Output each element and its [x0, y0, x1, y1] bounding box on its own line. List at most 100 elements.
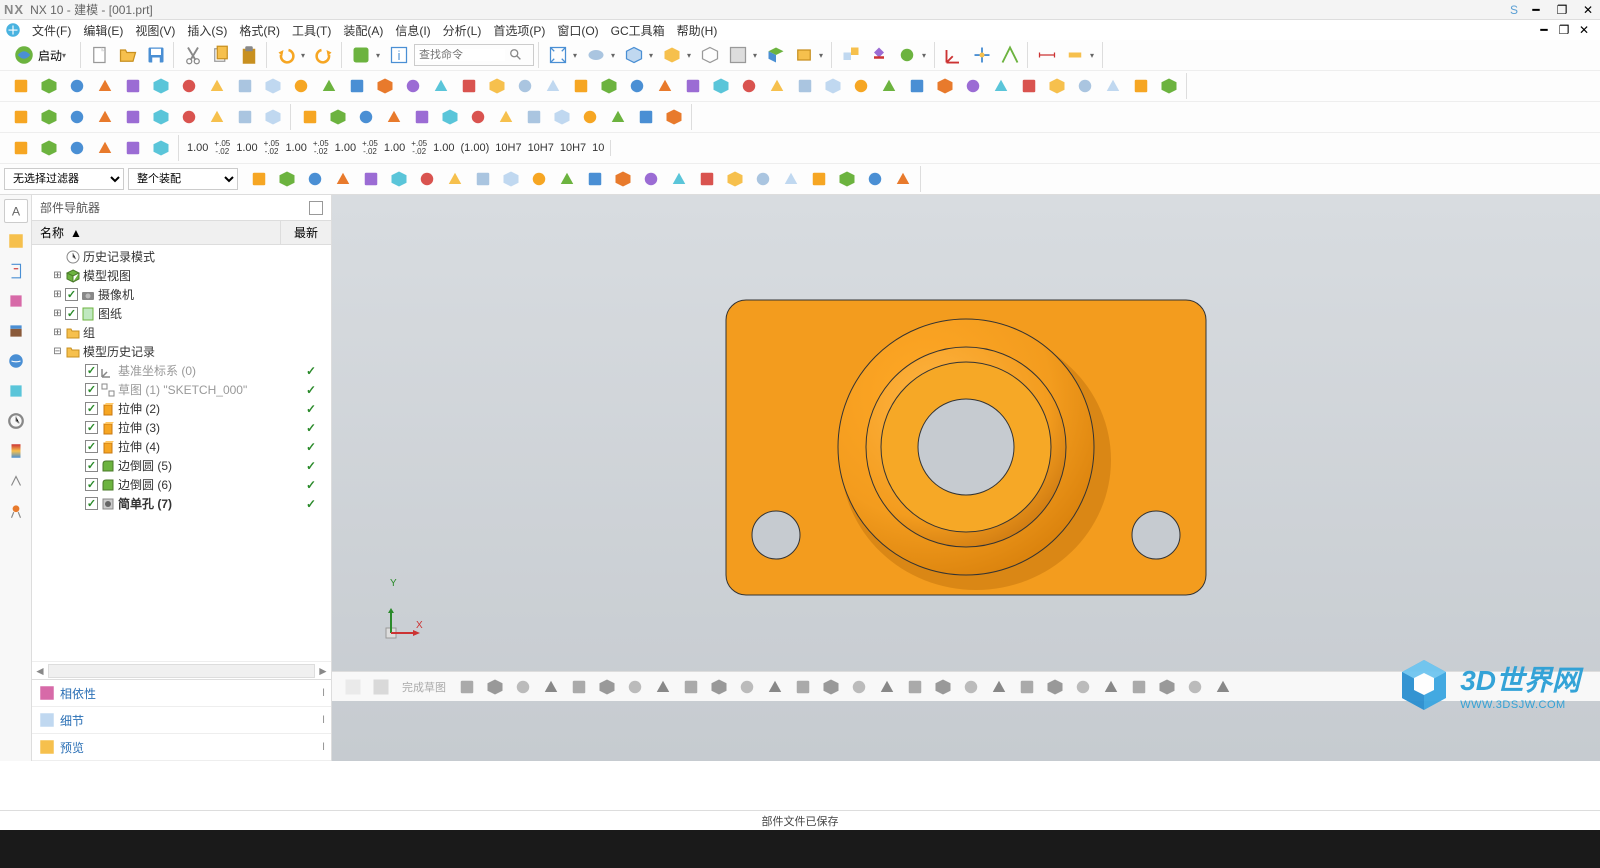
sketch-tool-24[interactable] [1126, 674, 1152, 700]
tree-row[interactable]: ✓边倒圆 (6)✓ [32, 475, 331, 494]
render-btn[interactable] [659, 42, 685, 68]
wireframe-btn[interactable] [697, 42, 723, 68]
vtab-1[interactable] [4, 229, 28, 253]
feature-btn-0[interactable] [8, 73, 34, 99]
sketch-tool-17[interactable] [930, 674, 956, 700]
tool3a-4[interactable] [120, 104, 146, 130]
feature-btn-15[interactable] [428, 73, 454, 99]
feature-btn-7[interactable] [204, 73, 230, 99]
tree-row[interactable]: ⊞组 [32, 323, 331, 342]
vtab-2[interactable] [4, 259, 28, 283]
tool3b-6[interactable] [465, 104, 491, 130]
menu-file[interactable]: 文件(F) [26, 20, 77, 41]
sketch-finish[interactable] [368, 674, 394, 700]
sel-btn-22[interactable] [862, 166, 888, 192]
tolerance-display[interactable]: +.05-.02 [212, 140, 232, 156]
tool3a-6[interactable] [176, 104, 202, 130]
feature-btn-35[interactable] [988, 73, 1014, 99]
tree-row[interactable]: ✓简单孔 (7)✓ [32, 494, 331, 513]
feature-btn-5[interactable] [148, 73, 174, 99]
checkbox[interactable]: ✓ [85, 383, 98, 396]
tool4a-0[interactable] [8, 135, 34, 161]
checkbox[interactable]: ✓ [65, 288, 78, 301]
graphics-viewport[interactable]: Y X 完成草图 3D世界网 WWW.3DSJW.COM [332, 195, 1600, 761]
sel-btn-0[interactable] [246, 166, 272, 192]
sel-btn-20[interactable] [806, 166, 832, 192]
section-dependencies[interactable]: 相依性I [32, 680, 331, 707]
tool3b-0[interactable] [297, 104, 323, 130]
tree-row[interactable]: ✓基准坐标系 (0)✓ [32, 361, 331, 380]
sel-btn-1[interactable] [274, 166, 300, 192]
sketch-tool-22[interactable] [1070, 674, 1096, 700]
sketch-tool-10[interactable] [734, 674, 760, 700]
tool3a-5[interactable] [148, 104, 174, 130]
feature-btn-34[interactable] [960, 73, 986, 99]
expand-icon[interactable]: ⊟ [52, 346, 63, 357]
menu-insert[interactable]: 插入(S) [181, 20, 233, 41]
menu-tools[interactable]: 工具(T) [286, 20, 337, 41]
save-button[interactable] [143, 42, 169, 68]
checkbox[interactable]: ✓ [85, 478, 98, 491]
tool3b-2[interactable] [353, 104, 379, 130]
feature-btn-28[interactable] [792, 73, 818, 99]
feature-btn-8[interactable] [232, 73, 258, 99]
sketch-tool-15[interactable] [874, 674, 900, 700]
tree-row[interactable]: ⊟模型历史记录 [32, 342, 331, 361]
sketch-tool-27[interactable] [1210, 674, 1236, 700]
dimension-value[interactable]: 1.00 [382, 142, 407, 154]
dimension-value[interactable]: 10H7 [526, 142, 556, 154]
tool3b-3[interactable] [381, 104, 407, 130]
sel-btn-13[interactable] [610, 166, 636, 192]
feature-btn-23[interactable] [652, 73, 678, 99]
tool3a-3[interactable] [92, 104, 118, 130]
assembly-filter[interactable]: 整个装配 [128, 168, 238, 190]
open-file-button[interactable] [115, 42, 141, 68]
checkbox[interactable]: ✓ [85, 459, 98, 472]
sketch-tool-7[interactable] [650, 674, 676, 700]
feature-btn-32[interactable] [904, 73, 930, 99]
sketch-btn-1[interactable] [340, 674, 366, 700]
tool3a-9[interactable] [260, 104, 286, 130]
sel-btn-10[interactable] [526, 166, 552, 192]
sel-btn-9[interactable] [498, 166, 524, 192]
close-button[interactable]: ✕ [1580, 3, 1596, 17]
tool3b-1[interactable] [325, 104, 351, 130]
command-search-input[interactable] [415, 49, 505, 61]
section-btn[interactable] [763, 42, 789, 68]
expand-icon[interactable]: ⊞ [52, 270, 63, 281]
feature-btn-9[interactable] [260, 73, 286, 99]
feature-btn-30[interactable] [848, 73, 874, 99]
sel-btn-8[interactable] [470, 166, 496, 192]
feature-btn-17[interactable] [484, 73, 510, 99]
sketch-tool-21[interactable] [1042, 674, 1068, 700]
menu-window[interactable]: 窗口(O) [551, 20, 604, 41]
feature-btn-36[interactable] [1016, 73, 1042, 99]
sketch-tool-23[interactable] [1098, 674, 1124, 700]
navigator-pin-icon[interactable] [309, 201, 323, 215]
sketch-tool-5[interactable] [594, 674, 620, 700]
search-icon[interactable] [505, 48, 527, 62]
feature-btn-13[interactable] [372, 73, 398, 99]
feature-btn-41[interactable] [1156, 73, 1182, 99]
tool3a-2[interactable] [64, 104, 90, 130]
dimension-value[interactable]: (1.00) [459, 142, 492, 154]
vtab-part-navigator[interactable]: A [4, 199, 28, 223]
expand-icon[interactable]: ⊞ [52, 289, 63, 300]
tree-row[interactable]: ✓边倒圆 (5)✓ [32, 456, 331, 475]
vtab-4[interactable] [4, 319, 28, 343]
assy-btn-3[interactable] [894, 42, 920, 68]
sel-btn-2[interactable] [302, 166, 328, 192]
fit-view-button[interactable] [545, 42, 571, 68]
section-preview[interactable]: 预览I [32, 734, 331, 761]
sel-btn-11[interactable] [554, 166, 580, 192]
feature-tree[interactable]: 历史记录模式⊞模型视图⊞✓摄像机⊞✓图纸⊞组⊟模型历史记录✓基准坐标系 (0)✓… [32, 245, 331, 661]
vtab-6[interactable] [4, 379, 28, 403]
sel-btn-14[interactable] [638, 166, 664, 192]
tool3b-12[interactable] [633, 104, 659, 130]
vtab-8[interactable] [4, 439, 28, 463]
feature-btn-1[interactable] [36, 73, 62, 99]
dimension-value[interactable]: 10 [590, 142, 606, 154]
checkbox[interactable]: ✓ [85, 440, 98, 453]
sel-btn-16[interactable] [694, 166, 720, 192]
tool3b-10[interactable] [577, 104, 603, 130]
